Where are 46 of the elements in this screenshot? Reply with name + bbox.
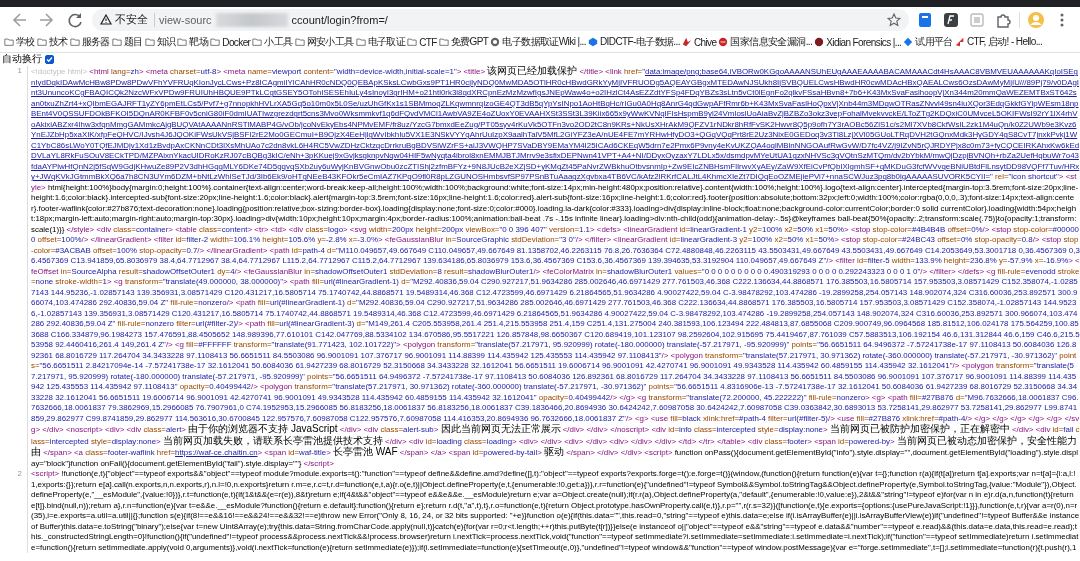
folder-icon: [407, 37, 418, 47]
folder-icon: [4, 37, 14, 47]
bookmark[interactable]: DIDCTF-电子数据...: [586, 34, 681, 50]
bookmark[interactable]: 免费GPT: [437, 34, 490, 50]
site-icon: [718, 37, 729, 47]
folder-icon: [177, 37, 188, 47]
security-indicator[interactable]: 不安全: [100, 12, 155, 27]
site-icon: [681, 37, 692, 47]
url-text: view-sourc: [159, 13, 212, 26]
folder-icon: [144, 37, 155, 47]
site-icon: [814, 37, 825, 47]
folder-icon: [210, 37, 221, 47]
wrap-checkbox[interactable]: [45, 55, 54, 64]
bookmark[interactable]: 网安小工具: [293, 34, 355, 50]
bookmark[interactable]: 试用平台: [902, 34, 954, 50]
folder-icon: [111, 37, 122, 47]
bookmark[interactable]: Xidian Forensics |...: [813, 35, 903, 49]
site-icon: [490, 37, 501, 47]
bookmark[interactable]: 知识: [143, 34, 177, 50]
bookmark[interactable]: CTF, 启动! - Hello...: [953, 34, 1044, 50]
site-icon: [903, 37, 914, 47]
folder-icon: [69, 37, 80, 47]
bookmark[interactable]: 学校: [3, 34, 36, 50]
bookmark[interactable]: 服务器: [68, 34, 111, 50]
bookmark[interactable]: 靶场: [176, 34, 210, 50]
bookmark[interactable]: 电子数据取证Wiki |...: [489, 34, 587, 50]
bookmark[interactable]: CTF: [406, 35, 438, 49]
wrap-label: 自动换行: [2, 54, 42, 65]
site-icon: [587, 37, 598, 47]
folder-icon: [252, 37, 263, 47]
folder-icon: [294, 37, 305, 47]
bookmark[interactable]: Docker: [209, 35, 252, 49]
site-icon: [954, 37, 965, 47]
folder-icon: [438, 37, 449, 47]
bookmark[interactable]: 国家信息安全漏洞...: [717, 34, 814, 50]
bookmark[interactable]: 电子取证: [354, 34, 407, 50]
address-bar[interactable]: 不安全 view-sourc ccount/login?from=/: [92, 8, 909, 31]
bookmark[interactable]: 小工具: [251, 34, 294, 50]
warning-icon: [100, 14, 112, 25]
bookmark[interactable]: 题目: [110, 34, 144, 50]
star-icon[interactable]: [887, 12, 901, 27]
url-text: ccount/login?from=/: [291, 13, 388, 26]
folder-icon: [355, 37, 366, 47]
bookmark[interactable]: Chive: [680, 35, 718, 49]
bookmark[interactable]: 技术: [35, 34, 69, 50]
folder-icon: [36, 37, 47, 47]
